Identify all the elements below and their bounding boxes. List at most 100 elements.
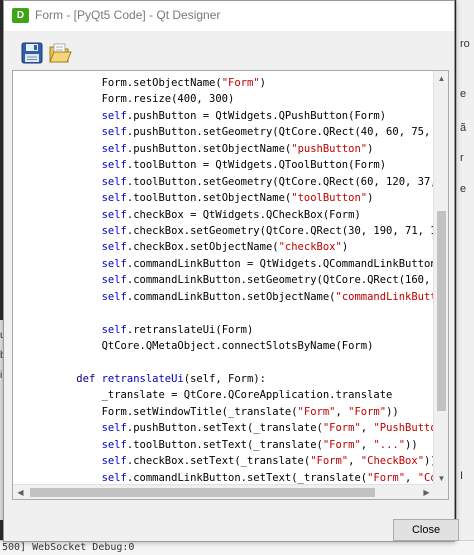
scrollbar-corner bbox=[433, 484, 448, 499]
code-token: )) bbox=[405, 438, 418, 451]
vertical-scrollbar[interactable]: ▲ ▼ bbox=[433, 71, 448, 486]
code-token: .pushButton = QtWidgets.QPushButton(Form… bbox=[126, 109, 387, 122]
code-token: , bbox=[348, 455, 361, 468]
window-title: Form - [PyQt5 Code] - Qt Designer bbox=[35, 8, 221, 22]
code-token: "Form" bbox=[348, 405, 387, 418]
code-line: Form.setWindowTitle(_translate("Form", "… bbox=[13, 404, 434, 420]
code-line: _translate = QtCore.QCoreApplication.tra… bbox=[13, 387, 434, 403]
code-line: def retranslateUi(self, Form): bbox=[13, 371, 434, 387]
code-line: self.toolButton.setObjectName("toolButto… bbox=[13, 190, 434, 206]
code-line: self.checkBox.setText(_translate("Form",… bbox=[13, 453, 434, 469]
code-token: "pushButton" bbox=[291, 142, 368, 155]
code-token: , bbox=[360, 438, 374, 451]
code-line: self.pushButton.setGeometry(QtCore.QRect… bbox=[13, 124, 434, 140]
code-line: QtCore.QMetaObject.connectSlotsByName(Fo… bbox=[13, 338, 434, 354]
code-token: self bbox=[101, 274, 127, 287]
code-token: self bbox=[101, 159, 127, 172]
code-token: .checkBox.setText(_translate( bbox=[126, 455, 311, 468]
code-token: self bbox=[101, 471, 127, 484]
code-token: self bbox=[101, 438, 127, 451]
code-token: self bbox=[101, 241, 127, 254]
code-token: self bbox=[101, 126, 127, 139]
code-token: "commandLinkButton" bbox=[335, 290, 435, 303]
code-token: , bbox=[405, 471, 418, 484]
code-token: )) bbox=[386, 405, 399, 418]
code-line: self.pushButton.setText(_translate("Form… bbox=[13, 420, 434, 436]
code-token: Form.resize(400, 300) bbox=[51, 93, 235, 106]
code-token: .commandLinkButton.setGeometry(QtCore.QR… bbox=[126, 274, 431, 287]
code-token: .toolButton.setGeometry(QtCore.QRect(60,… bbox=[126, 175, 434, 188]
code-token: "Form" bbox=[322, 422, 361, 435]
code-token: self bbox=[101, 290, 127, 303]
code-token: .toolButton = QtWidgets.QToolButton(Form… bbox=[126, 159, 387, 172]
code-token: "Form" bbox=[221, 77, 260, 89]
scroll-left-arrow-icon[interactable]: ◀ bbox=[13, 485, 28, 499]
code-token: .pushButton.setObjectName( bbox=[126, 142, 292, 155]
code-token: QtCore.QMetaObject.connectSlotsByName(Fo… bbox=[51, 340, 374, 352]
code-token: ) bbox=[367, 142, 374, 155]
code-token: self bbox=[101, 142, 127, 155]
code-preview-dialog: D Form - [PyQt5 Code] - Qt Designer Form… bbox=[3, 0, 459, 542]
code-token: (self, Form): bbox=[183, 372, 266, 385]
code-token: "toolButton" bbox=[291, 192, 368, 205]
title-bar[interactable]: D Form - [PyQt5 Code] - Qt Designer bbox=[4, 1, 454, 31]
code-token: .pushButton.setText(_translate( bbox=[126, 422, 323, 435]
background-fragment: e bbox=[460, 88, 467, 100]
code-token: self bbox=[101, 175, 127, 188]
code-text-area[interactable]: Form.setObjectName("Form") Form.resize(4… bbox=[13, 75, 434, 487]
background-status-text: 500] WebSocket Debug:0 bbox=[2, 542, 135, 553]
code-editor[interactable]: Form.setObjectName("Form") Form.resize(4… bbox=[12, 70, 449, 500]
code-token: self bbox=[101, 323, 127, 336]
code-token: ) bbox=[367, 192, 374, 205]
background-fragment: e bbox=[460, 183, 467, 195]
code-token: retranslateUi bbox=[101, 372, 184, 385]
background-status-line: 500] WebSocket Debug:0 bbox=[0, 540, 474, 555]
code-token: "Form" bbox=[297, 405, 336, 418]
code-token: _translate = QtCore.QCoreApplication.tra… bbox=[51, 389, 393, 402]
close-button[interactable]: Close bbox=[393, 519, 459, 541]
scroll-right-arrow-icon[interactable]: ▶ bbox=[419, 485, 434, 499]
code-token: self bbox=[101, 109, 127, 122]
background-fragment: I bbox=[460, 470, 464, 482]
code-token: "checkBox" bbox=[278, 241, 342, 254]
code-token: def bbox=[76, 372, 96, 385]
code-line: self.checkBox = QtWidgets.QCheckBox(Form… bbox=[13, 207, 434, 223]
code-token: .retranslateUi(Form) bbox=[126, 323, 254, 336]
code-token: self bbox=[101, 455, 127, 468]
save-button[interactable] bbox=[20, 41, 44, 65]
toolbar bbox=[4, 31, 454, 71]
vertical-scroll-thumb[interactable] bbox=[437, 211, 446, 411]
background-fragment: i bbox=[0, 370, 3, 381]
code-token: "..." bbox=[373, 438, 406, 451]
horizontal-scroll-thumb[interactable] bbox=[30, 488, 375, 497]
open-button[interactable] bbox=[48, 41, 72, 65]
open-folder-icon bbox=[49, 43, 72, 63]
code-token: .commandLinkButton = QtWidgets.QCommandL… bbox=[126, 257, 434, 270]
code-token: self bbox=[101, 257, 127, 270]
code-line: self.toolButton.setText(_translate("Form… bbox=[13, 437, 434, 453]
horizontal-scrollbar[interactable]: ◀ ▶ bbox=[13, 484, 434, 499]
background-fragment: ro bbox=[460, 38, 470, 50]
code-line: Form.setObjectName("Form") bbox=[13, 75, 434, 91]
code-token: Form.setWindowTitle(_translate( bbox=[51, 405, 298, 418]
background-app-edge-right: ro e ã r e I bbox=[456, 0, 474, 555]
code-line: self.commandLinkButton.setObjectName("co… bbox=[13, 289, 434, 305]
code-token: self bbox=[101, 422, 127, 435]
scroll-up-arrow-icon[interactable]: ▲ bbox=[434, 71, 448, 86]
code-line: self.toolButton.setGeometry(QtCore.QRect… bbox=[13, 174, 434, 190]
background-fragment: ã bbox=[460, 122, 467, 134]
code-token: .pushButton.setGeometry(QtCore.QRect(40,… bbox=[126, 126, 434, 139]
code-line: Form.resize(400, 300) bbox=[13, 91, 434, 107]
